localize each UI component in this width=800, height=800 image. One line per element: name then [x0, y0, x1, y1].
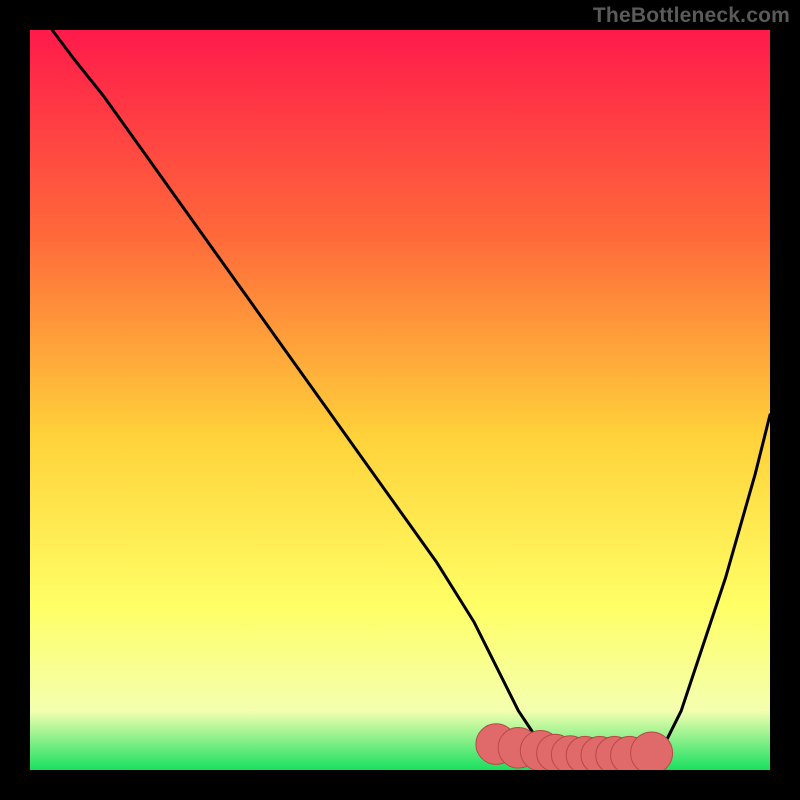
bottleneck-chart: [30, 30, 770, 770]
chart-frame: TheBottleneck.com: [0, 0, 800, 800]
watermark-label: TheBottleneck.com: [593, 4, 790, 28]
plot-area: [30, 30, 770, 770]
range-marker: [631, 732, 673, 770]
heat-background: [30, 30, 770, 770]
